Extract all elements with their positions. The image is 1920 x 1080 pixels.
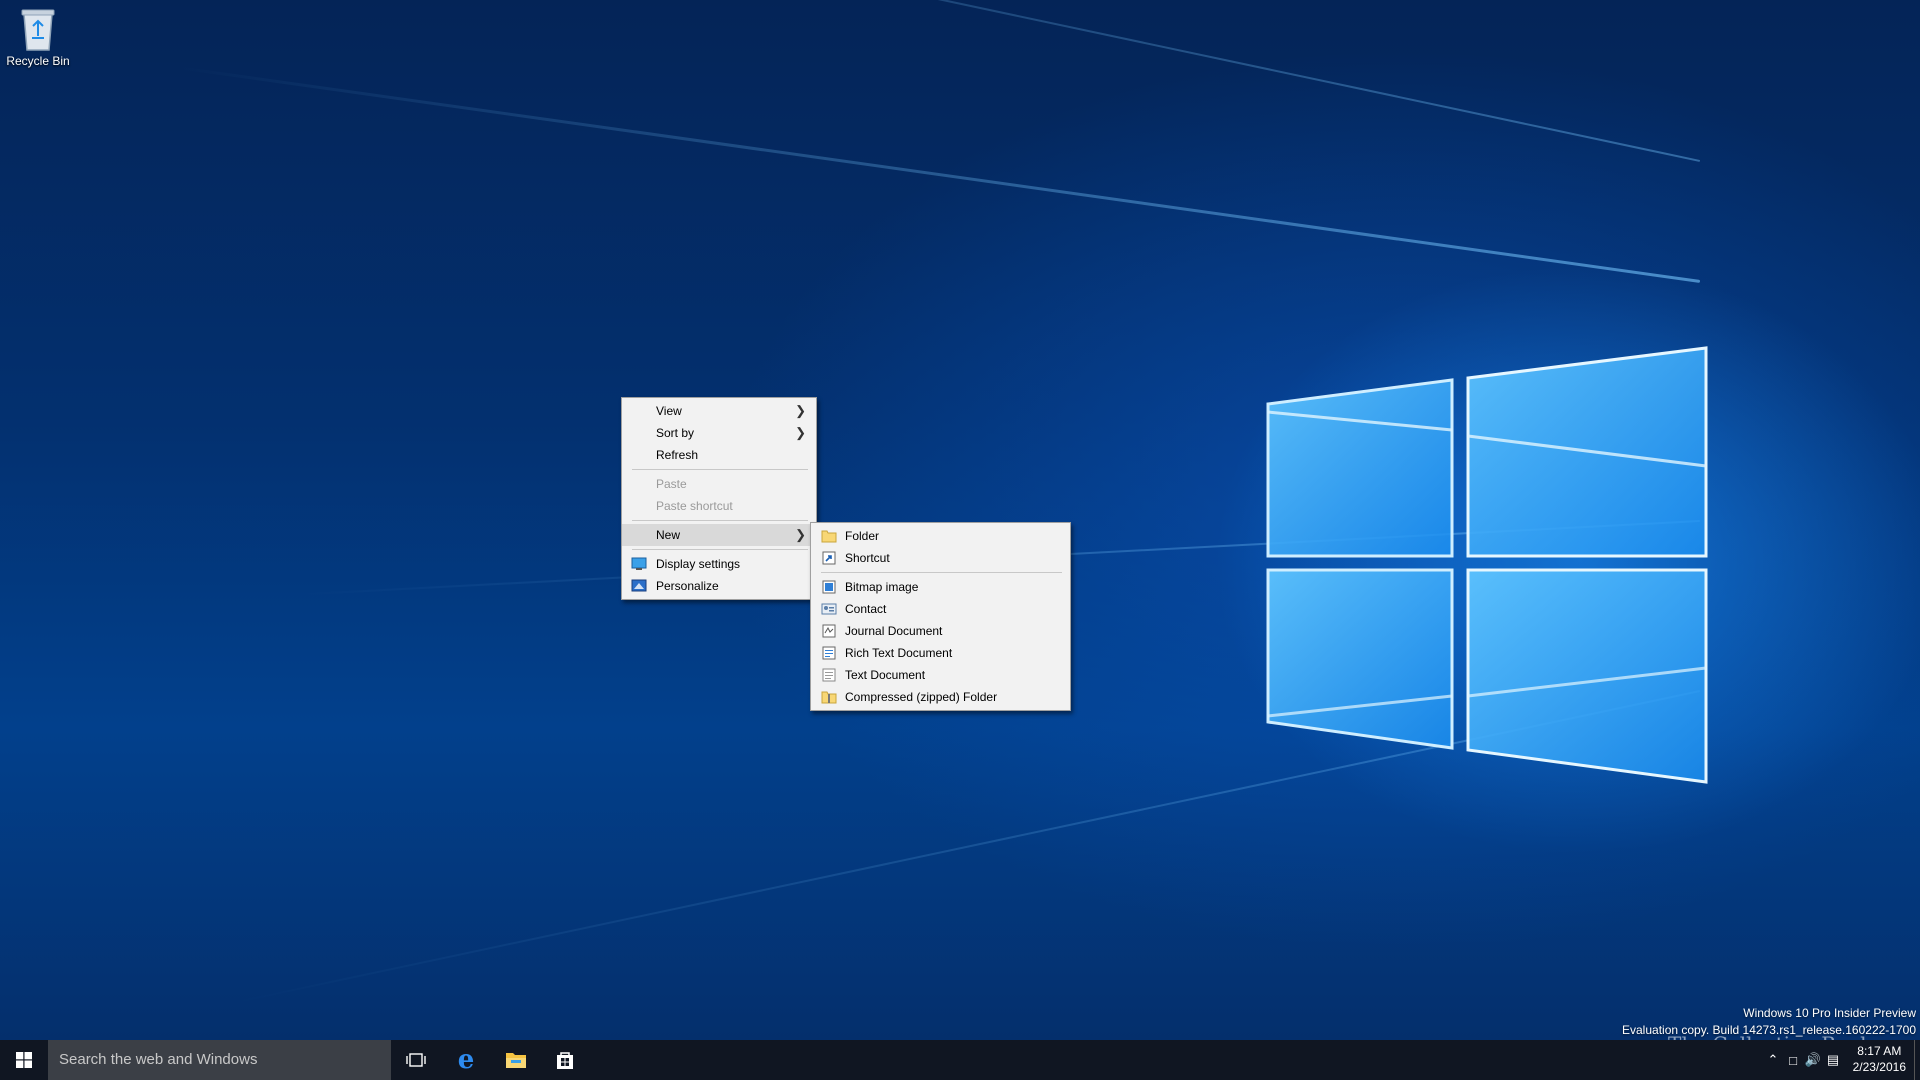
new-item-rich-text-document[interactable]: Rich Text Document bbox=[811, 642, 1070, 664]
watermark-edition: Windows 10 Pro Insider Preview bbox=[1743, 1006, 1916, 1020]
bitmap-image-icon bbox=[822, 580, 836, 594]
menu-item-view[interactable]: View ❯ bbox=[622, 400, 816, 422]
system-tray: ⌃ □ 🔊 ▤ 8:17 AM 2/23/2016 bbox=[1720, 1040, 1920, 1080]
new-item-shortcut-label: Shortcut bbox=[845, 551, 890, 565]
journal-document-icon bbox=[822, 624, 836, 638]
menu-separator bbox=[821, 572, 1062, 573]
new-item-rich-text-document-label: Rich Text Document bbox=[845, 646, 953, 660]
menu-item-paste-shortcut-label: Paste shortcut bbox=[656, 499, 733, 513]
site-watermark: The Collection Book bbox=[1668, 1032, 1872, 1040]
store-icon bbox=[557, 1052, 573, 1069]
menu-separator bbox=[632, 469, 808, 470]
zipped-folder-icon bbox=[821, 691, 837, 704]
menu-item-new[interactable]: New ❯ bbox=[622, 524, 816, 546]
menu-item-paste-shortcut: Paste shortcut bbox=[622, 495, 816, 517]
edge-icon: e bbox=[457, 1045, 475, 1075]
show-hidden-icons-button[interactable]: ⌃ bbox=[1764, 1051, 1782, 1069]
chevron-right-icon: ❯ bbox=[795, 403, 806, 418]
new-item-text-document-label: Text Document bbox=[845, 668, 926, 682]
task-view-button[interactable] bbox=[391, 1040, 441, 1080]
new-item-contact[interactable]: Contact bbox=[811, 598, 1070, 620]
clock-date: 2/23/2016 bbox=[1852, 1060, 1906, 1074]
new-item-contact-label: Contact bbox=[845, 602, 887, 616]
menu-item-new-label: New bbox=[656, 528, 681, 542]
text-document-icon bbox=[822, 668, 836, 682]
desktop[interactable]: Recycle Bin View ❯ Sort by ❯ Refresh Pas… bbox=[0, 0, 1920, 1040]
chevron-right-icon: ❯ bbox=[795, 425, 806, 440]
new-item-folder-label: Folder bbox=[845, 529, 880, 543]
action-center-icon[interactable]: ▤ bbox=[1824, 1051, 1842, 1069]
shortcut-icon bbox=[822, 551, 836, 565]
windows-logo-graphic bbox=[1266, 346, 1708, 784]
file-explorer-button[interactable] bbox=[491, 1040, 541, 1080]
file-explorer-icon bbox=[506, 1053, 526, 1068]
recycle-bin-label: Recycle Bin bbox=[6, 54, 70, 68]
new-item-journal-document-label: Journal Document bbox=[845, 624, 943, 638]
rich-text-document-icon bbox=[822, 646, 836, 660]
new-item-shortcut[interactable]: Shortcut bbox=[811, 547, 1070, 569]
taskbar: Search the web and Windows e ⌃ □ 🔊 ▤ 8:1… bbox=[0, 1040, 1920, 1080]
chevron-right-icon: ❯ bbox=[795, 527, 806, 542]
menu-item-view-label: View bbox=[656, 404, 682, 418]
search-input[interactable]: Search the web and Windows bbox=[48, 1040, 391, 1080]
recycle-bin-shortcut[interactable]: Recycle Bin bbox=[4, 6, 72, 68]
new-submenu: Folder Shortcut Bitmap image Contact Jou… bbox=[810, 522, 1071, 711]
menu-item-sort-by[interactable]: Sort by ❯ bbox=[622, 422, 816, 444]
menu-item-personalize[interactable]: Personalize bbox=[622, 575, 816, 597]
clock-time: 8:17 AM bbox=[1857, 1044, 1902, 1058]
new-item-text-document[interactable]: Text Document bbox=[811, 664, 1070, 686]
new-item-folder[interactable]: Folder bbox=[811, 525, 1070, 547]
folder-icon bbox=[821, 530, 837, 543]
menu-item-paste-label: Paste bbox=[656, 477, 687, 491]
menu-item-display-settings-label: Display settings bbox=[656, 557, 741, 571]
task-view-icon bbox=[406, 1053, 426, 1067]
volume-icon[interactable]: 🔊 bbox=[1804, 1051, 1822, 1069]
menu-item-sort-by-label: Sort by bbox=[656, 426, 695, 440]
personalize-icon bbox=[631, 579, 647, 592]
recycle-bin-icon bbox=[21, 9, 55, 51]
menu-separator bbox=[632, 549, 808, 550]
windows-start-icon bbox=[16, 1052, 32, 1068]
new-item-journal-document[interactable]: Journal Document bbox=[811, 620, 1070, 642]
menu-item-refresh[interactable]: Refresh bbox=[622, 444, 816, 466]
display-settings-icon bbox=[631, 557, 647, 570]
network-icon[interactable]: □ bbox=[1784, 1051, 1802, 1069]
menu-item-refresh-label: Refresh bbox=[656, 448, 699, 462]
start-button[interactable] bbox=[0, 1040, 48, 1080]
new-item-compressed-folder-label: Compressed (zipped) Folder bbox=[845, 690, 998, 704]
desktop-context-menu: View ❯ Sort by ❯ Refresh Paste Paste sho… bbox=[621, 397, 817, 600]
contact-icon bbox=[821, 603, 837, 615]
store-button[interactable] bbox=[540, 1040, 590, 1080]
menu-separator bbox=[632, 520, 808, 521]
new-item-compressed-folder[interactable]: Compressed (zipped) Folder bbox=[811, 686, 1070, 708]
menu-item-display-settings[interactable]: Display settings bbox=[622, 553, 816, 575]
edge-button[interactable]: e bbox=[441, 1040, 491, 1080]
show-desktop-button[interactable] bbox=[1914, 1040, 1920, 1080]
new-item-bitmap-image-label: Bitmap image bbox=[845, 580, 919, 594]
menu-item-paste: Paste bbox=[622, 473, 816, 495]
clock[interactable]: 8:17 AM 2/23/2016 bbox=[1853, 1043, 1906, 1075]
menu-item-personalize-label: Personalize bbox=[656, 579, 719, 593]
new-item-bitmap-image[interactable]: Bitmap image bbox=[811, 576, 1070, 598]
